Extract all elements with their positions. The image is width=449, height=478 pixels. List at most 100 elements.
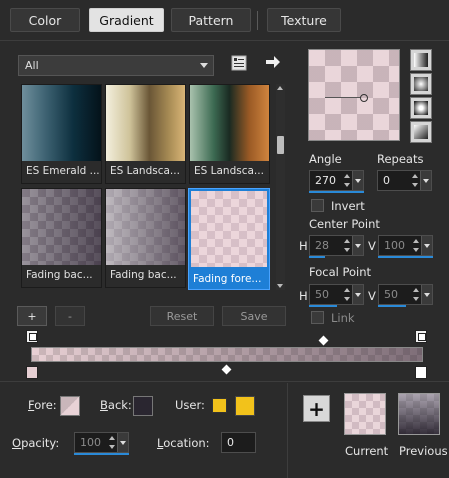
arrow-right-icon[interactable] xyxy=(265,55,281,69)
repeats-label: Repeats xyxy=(377,152,424,166)
gradient-thumb-label: Fading bac... xyxy=(110,269,177,281)
tab-gradient[interactable]: Gradient xyxy=(89,8,164,32)
link-checkbox[interactable] xyxy=(311,311,324,324)
transparency-midpoint-marker[interactable] xyxy=(318,335,329,346)
tab-pattern[interactable]: Pattern xyxy=(171,8,251,32)
chevron-down-icon[interactable] xyxy=(352,285,363,304)
reset-button[interactable]: Reset xyxy=(150,306,214,326)
divider xyxy=(0,40,449,41)
location-input[interactable]: 0 xyxy=(221,432,256,453)
invert-checkbox[interactable] xyxy=(311,199,324,212)
focal-v-label: V xyxy=(368,289,376,303)
tab-texture[interactable]: Texture xyxy=(267,8,341,32)
add-gradient-button[interactable]: + xyxy=(17,306,47,326)
user-color-swatch-small[interactable] xyxy=(212,398,227,413)
transparency-stop-end[interactable] xyxy=(415,330,427,343)
angle-line xyxy=(325,97,361,98)
tab-color[interactable]: Color xyxy=(10,8,80,32)
color-stop-start[interactable] xyxy=(26,366,38,379)
focal-point-label: Focal Point xyxy=(309,265,372,279)
gradient-preview[interactable] xyxy=(308,49,400,141)
focal-v-slider-bar[interactable] xyxy=(378,305,406,307)
save-button[interactable]: Save xyxy=(222,306,286,326)
gradient-thumb-es-landscape-2[interactable]: ES Landsca... xyxy=(189,84,270,184)
link-label: Link xyxy=(331,311,355,325)
center-v-slider-bar[interactable] xyxy=(378,256,433,258)
gradient-bar[interactable] xyxy=(31,347,423,362)
opacity-input[interactable]: 100 xyxy=(74,432,129,455)
current-label: Current xyxy=(345,444,389,458)
fore-swatch[interactable] xyxy=(60,396,80,416)
focal-h-input[interactable]: 50 xyxy=(309,284,364,307)
focal-h-value: 50 xyxy=(315,288,329,301)
angle-input[interactable]: 270 xyxy=(309,170,364,193)
focal-v-value: 50 xyxy=(384,288,398,301)
gradient-thumb-fading-background-2[interactable]: Fading bac... xyxy=(105,188,186,288)
gradient-thumb-es-landscape-1[interactable]: ES Landsca... xyxy=(105,84,186,184)
library-scrollbar[interactable] xyxy=(276,84,285,290)
spinner-arrows-icon[interactable] xyxy=(411,285,421,304)
divider xyxy=(0,381,449,382)
chevron-down-icon[interactable] xyxy=(352,236,363,255)
spinner-arrows-icon[interactable] xyxy=(410,171,420,190)
spinner-arrows-icon[interactable] xyxy=(342,171,352,190)
repeats-input[interactable]: 0 xyxy=(377,170,432,191)
gradient-swatch xyxy=(106,189,185,265)
color-midpoint-marker[interactable] xyxy=(221,364,232,375)
gradient-thumb-fading-background-1[interactable]: Fading bac... xyxy=(21,188,102,288)
library-menu-icon[interactable] xyxy=(231,55,247,71)
spinner-arrows-icon[interactable] xyxy=(342,285,352,304)
back-swatch[interactable] xyxy=(133,396,153,416)
location-value: 0 xyxy=(227,436,234,449)
chevron-down-icon[interactable] xyxy=(117,433,128,452)
chevron-down-icon[interactable] xyxy=(420,171,431,190)
add-swatch-button[interactable]: + xyxy=(303,395,330,422)
chevron-down-icon[interactable] xyxy=(421,236,432,255)
chevron-down-icon[interactable] xyxy=(352,171,363,190)
style-radial-button[interactable] xyxy=(410,121,432,143)
gradient-thumb-label: ES Landsca... xyxy=(194,165,264,177)
tab-separator xyxy=(257,11,258,30)
user-label: User: xyxy=(175,398,205,412)
spinner-arrows-icon[interactable] xyxy=(342,236,352,255)
center-h-value: 28 xyxy=(315,239,329,252)
focal-v-input[interactable]: 50 xyxy=(378,284,433,307)
focal-h-slider-bar[interactable] xyxy=(309,305,337,307)
gradient-thumb-es-emerald[interactable]: ES Emerald ... xyxy=(21,84,102,184)
spinner-arrows-icon[interactable] xyxy=(411,236,421,255)
angle-label: Angle xyxy=(309,152,342,166)
transparency-stop-start[interactable] xyxy=(26,330,38,343)
scroll-up-icon[interactable] xyxy=(277,86,283,90)
gradient-thumb-label: ES Landsca... xyxy=(110,165,180,177)
gradient-swatch xyxy=(191,191,267,267)
divider xyxy=(287,383,288,478)
style-sunburst-button[interactable] xyxy=(410,97,432,119)
angle-slider-bar[interactable] xyxy=(309,191,364,193)
opacity-value: 100 xyxy=(80,436,101,449)
center-h-input[interactable]: 28 xyxy=(309,235,364,258)
library-filter-value: All xyxy=(25,59,39,72)
gradient-thumb-label: Fading bac... xyxy=(26,269,93,281)
center-handle[interactable] xyxy=(360,94,368,102)
fore-label: Fore: xyxy=(28,398,57,412)
location-label: Location: xyxy=(157,436,210,450)
opacity-slider-bar[interactable] xyxy=(74,453,129,455)
user-color-swatch[interactable] xyxy=(235,396,255,416)
previous-swatch[interactable] xyxy=(398,393,440,435)
color-stop-end[interactable] xyxy=(415,366,427,379)
center-v-value: 100 xyxy=(384,239,405,252)
chevron-down-icon[interactable] xyxy=(421,285,432,304)
style-rectangular-button[interactable] xyxy=(410,73,432,95)
angle-value: 270 xyxy=(315,174,336,187)
scrollbar-thumb[interactable] xyxy=(277,136,284,154)
center-h-label: H xyxy=(299,239,308,253)
remove-gradient-button[interactable]: - xyxy=(55,306,85,326)
library-filter-dropdown[interactable]: All xyxy=(18,55,214,76)
chevron-down-icon xyxy=(200,63,208,68)
center-h-slider-bar[interactable] xyxy=(309,256,325,258)
center-v-input[interactable]: 100 xyxy=(378,235,433,258)
scroll-down-icon[interactable] xyxy=(277,284,283,288)
spinner-arrows-icon[interactable] xyxy=(107,433,117,452)
style-linear-button[interactable] xyxy=(410,49,432,71)
gradient-thumb-fading-foreground[interactable]: Fading fore... xyxy=(188,188,270,290)
